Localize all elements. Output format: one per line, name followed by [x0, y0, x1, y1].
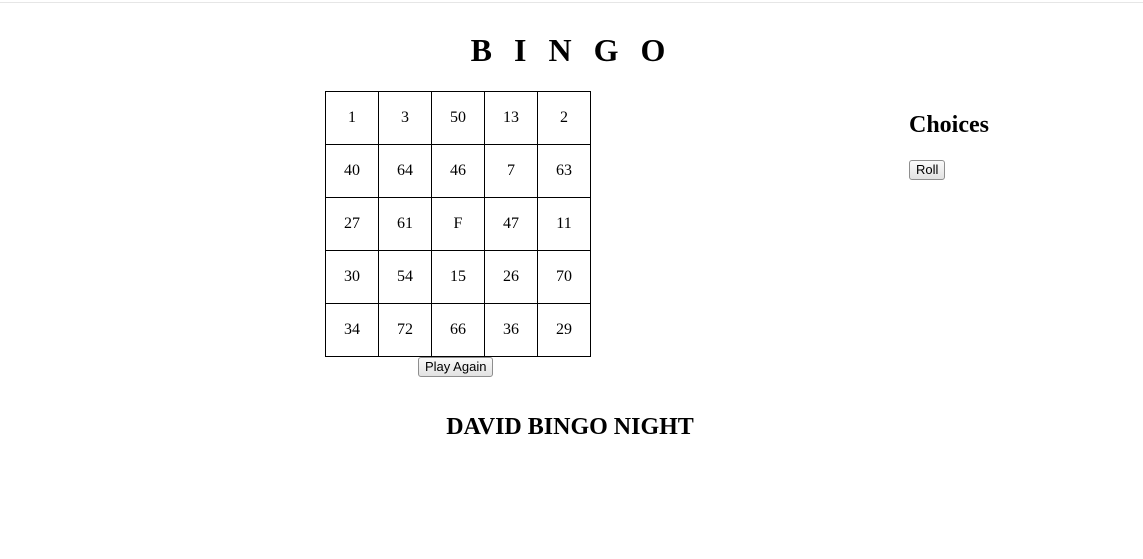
board-cell[interactable]: 13 [484, 91, 538, 145]
board-cell[interactable]: 15 [431, 250, 485, 304]
board-cell[interactable]: 72 [378, 303, 432, 357]
board-cell[interactable]: 66 [431, 303, 485, 357]
board-cell[interactable]: 61 [378, 197, 432, 251]
board-cell[interactable]: 50 [431, 91, 485, 145]
page: B I N G O 1 3 50 13 2 40 64 46 7 63 27 6… [0, 0, 1143, 559]
roll-button[interactable]: Roll [909, 160, 946, 180]
board-cell[interactable]: 70 [537, 250, 591, 304]
board-cell[interactable]: 46 [431, 144, 485, 198]
board-cell[interactable]: 34 [325, 303, 379, 357]
play-again-button[interactable]: Play Again [418, 357, 494, 377]
board-cell-free[interactable]: F [431, 197, 485, 251]
footer-title: DAVID BINGO NIGHT [446, 414, 694, 440]
board-cell[interactable]: 47 [484, 197, 538, 251]
board-cell[interactable]: 26 [484, 250, 538, 304]
board-row: 27 61 F 47 11 [325, 197, 591, 251]
bingo-board: 1 3 50 13 2 40 64 46 7 63 27 61 F 47 11 [325, 91, 591, 357]
board-cell[interactable]: 30 [325, 250, 379, 304]
choices-heading: Choices [909, 112, 989, 138]
top-divider [0, 2, 1143, 3]
board-cell[interactable]: 63 [537, 144, 591, 198]
board-cell[interactable]: 2 [537, 91, 591, 145]
board-cell[interactable]: 27 [325, 197, 379, 251]
board-cell[interactable]: 36 [484, 303, 538, 357]
board-cell[interactable]: 3 [378, 91, 432, 145]
choices-panel: Choices [909, 110, 989, 140]
board-cell[interactable]: 54 [378, 250, 432, 304]
board-row: 30 54 15 26 70 [325, 250, 591, 304]
board-row: 1 3 50 13 2 [325, 91, 591, 145]
board-cell[interactable]: 64 [378, 144, 432, 198]
board-cell[interactable]: 11 [537, 197, 591, 251]
board-cell[interactable]: 1 [325, 91, 379, 145]
page-title: B I N G O [470, 32, 673, 68]
board-cell[interactable]: 40 [325, 144, 379, 198]
board-cell[interactable]: 7 [484, 144, 538, 198]
board-cell[interactable]: 29 [537, 303, 591, 357]
board-row: 34 72 66 36 29 [325, 303, 591, 357]
board-row: 40 64 46 7 63 [325, 144, 591, 198]
